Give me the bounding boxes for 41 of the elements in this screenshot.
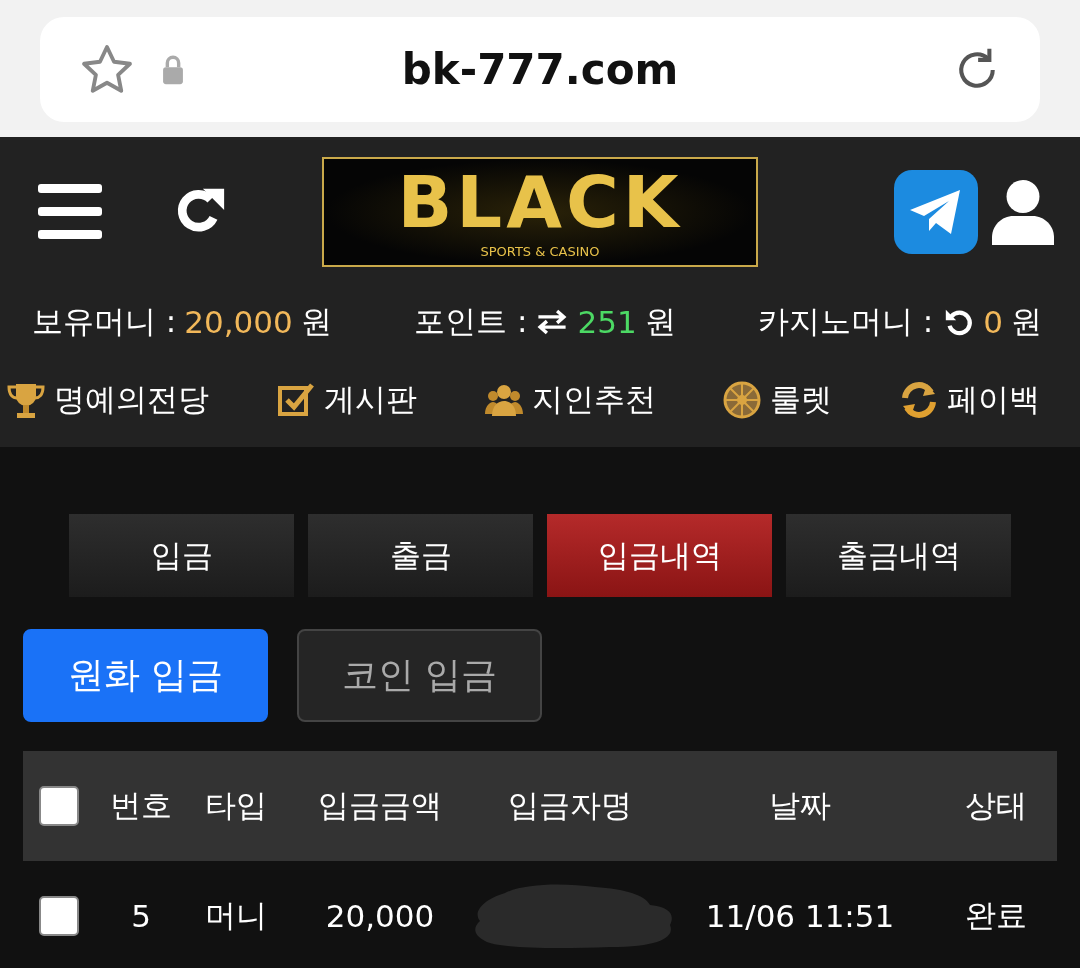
tab[interactable]: 입금	[69, 514, 294, 597]
checkbox[interactable]	[39, 896, 79, 936]
table-cell-text: 5	[130, 898, 152, 934]
user-icon[interactable]	[992, 178, 1054, 246]
menu-item[interactable]: 명예의전당	[6, 379, 209, 421]
currency-unit: 원	[644, 302, 676, 341]
wheel-icon	[722, 380, 763, 420]
paper-plane-icon[interactable]	[894, 170, 978, 254]
table-cell-text: 20,000	[324, 898, 436, 934]
column-header: 상태	[964, 786, 1028, 825]
deposit-type-button[interactable]: 원화 입금	[23, 629, 268, 722]
address-bar[interactable]: bk-777.com	[40, 17, 1040, 122]
cycle-arrows-icon	[899, 380, 939, 420]
tab[interactable]: 출금내역	[786, 514, 1011, 597]
currency-unit: 원	[300, 302, 332, 341]
balance-value: 251	[577, 304, 637, 340]
deposit-type-button[interactable]: 코인 입금	[297, 629, 542, 722]
balance-label: 포인트 :	[414, 302, 528, 341]
table-cell-text: 머니	[204, 896, 268, 935]
balance-label: 카지노머니 :	[757, 302, 934, 341]
tab[interactable]: 입금내역	[547, 514, 772, 597]
menu-icon[interactable]	[38, 184, 102, 240]
currency-unit: 원	[1011, 302, 1042, 341]
checkbox[interactable]	[39, 786, 79, 826]
url-text: bk-777.com	[400, 45, 680, 94]
table-cell-text: 완료	[964, 896, 1028, 935]
balance-value: 0	[983, 304, 1003, 340]
balance-label: 보유머니 :	[32, 302, 177, 341]
table-cell-text: 11/06 11:51	[704, 898, 896, 934]
column-header: 번호	[109, 786, 173, 825]
balance-value: 20,000	[184, 304, 293, 340]
column-header: 타입	[204, 786, 268, 825]
menu-item[interactable]: 지인추천	[483, 379, 656, 421]
column-header: 입금금액	[317, 786, 443, 825]
menu-item[interactable]: 게시판	[275, 379, 417, 421]
menu-item[interactable]: 룰렛	[722, 379, 833, 421]
menu-item[interactable]: 페이백	[899, 379, 1040, 421]
column-header: 날짜	[768, 786, 832, 825]
column-header: 입금자명	[507, 786, 633, 825]
tab[interactable]: 출금	[308, 514, 533, 597]
logo[interactable]: BLACK SPORTS & CASINO	[322, 157, 758, 267]
